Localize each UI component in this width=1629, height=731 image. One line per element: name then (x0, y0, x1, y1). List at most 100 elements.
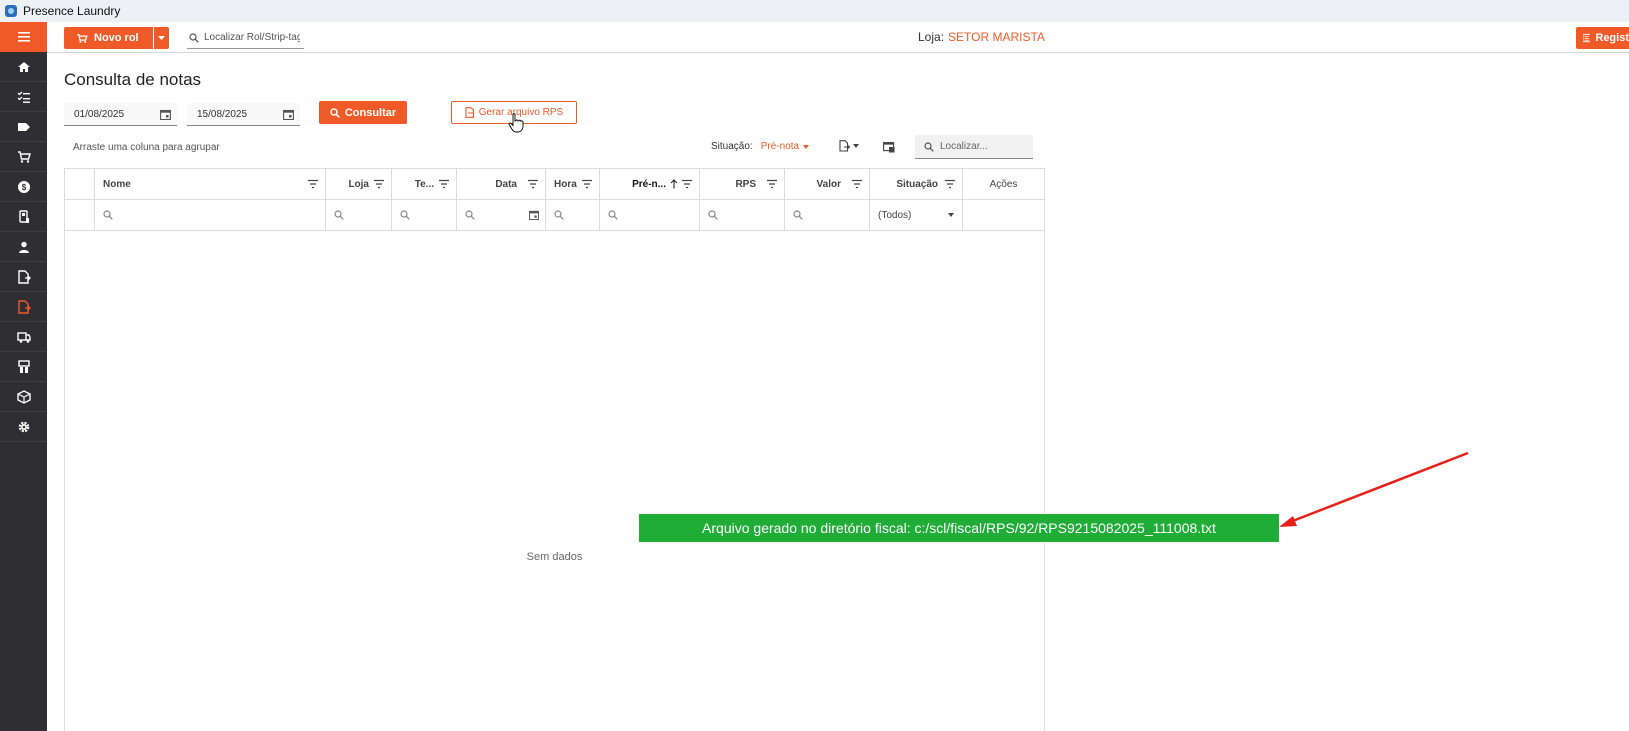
calendar-icon[interactable] (283, 109, 294, 120)
date-from-value: 01/08/2025 (74, 108, 125, 120)
sidebar-item-home[interactable] (0, 52, 47, 82)
sidebar-item-stores[interactable] (0, 352, 47, 382)
date-to-field[interactable]: 15/08/2025 (187, 103, 300, 126)
filter-cell-acoes (963, 200, 1044, 230)
search-icon (465, 210, 475, 220)
sidebar-item-financial[interactable]: $ (0, 172, 47, 202)
home-icon (17, 61, 30, 72)
filter-cell-situacao[interactable]: (Todos) (870, 200, 963, 230)
filter-icon[interactable] (851, 179, 863, 189)
column-header-hora[interactable]: Hora (546, 169, 600, 199)
tag-icon (17, 122, 30, 131)
situacao-selector[interactable]: Situação: Pré-nota (711, 141, 810, 152)
filter-cell-data[interactable] (457, 200, 546, 230)
column-header-label: Ações (989, 178, 1018, 190)
hamburger-icon (17, 32, 30, 42)
export-button[interactable] (839, 140, 859, 152)
column-header-situacao[interactable]: Situação (870, 169, 963, 199)
select-column-header[interactable] (65, 169, 95, 199)
search-rol-input[interactable] (204, 32, 300, 43)
search-icon (554, 210, 564, 220)
date-to-value: 15/08/2025 (197, 108, 248, 120)
hand-cursor-icon (508, 113, 524, 133)
empty-state-text: Sem dados (526, 551, 583, 563)
group-hint: Arraste uma coluna para agrupar (73, 142, 220, 153)
main-content: Consulta de notas 01/08/2025 15/08/2025 … (47, 53, 1629, 731)
list-icon (1583, 33, 1591, 43)
filter-cell-nome[interactable] (95, 200, 326, 230)
loja-value: SETOR MARISTA (948, 30, 1045, 44)
column-header-label: Situação (896, 178, 938, 190)
column-chooser-button[interactable] (883, 140, 895, 158)
caret-down-icon (158, 36, 165, 40)
loja-label: Loja: (918, 30, 945, 44)
filter-icon[interactable] (527, 179, 539, 189)
document-active-icon (17, 299, 31, 314)
column-chooser-icon (883, 142, 895, 153)
date-from-field[interactable]: 01/08/2025 (64, 103, 177, 126)
search-icon (400, 210, 410, 220)
localizar-field[interactable] (915, 135, 1033, 159)
filter-icon[interactable] (766, 179, 778, 189)
regist-button[interactable]: Regist (1576, 27, 1629, 49)
sidebar-item-settings[interactable] (0, 412, 47, 442)
cart-icon (17, 150, 31, 163)
filter-cell-pre-nota[interactable] (600, 200, 700, 230)
filter-icon[interactable] (944, 179, 956, 189)
caret-down-icon (803, 144, 810, 149)
search-rol-field[interactable] (187, 27, 304, 49)
gear-icon (18, 421, 29, 432)
caret-down-icon (853, 144, 859, 148)
machine-icon (18, 209, 29, 223)
novo-rol-button[interactable]: Novo rol (64, 27, 153, 49)
filter-icon[interactable] (681, 179, 693, 189)
localizar-input[interactable] (940, 141, 1030, 152)
novo-rol-dropdown-button[interactable] (154, 27, 169, 49)
filter-cell-select (65, 200, 95, 230)
regist-label: Regist (1595, 32, 1629, 44)
column-header-label: Te... (414, 178, 434, 190)
column-header-data[interactable]: Data (457, 169, 546, 199)
filter-icon[interactable] (373, 179, 385, 189)
hamburger-menu-button[interactable] (0, 22, 47, 52)
situacao-dropdown[interactable]: Pré-nota (761, 141, 810, 152)
filter-cell-rps[interactable] (700, 200, 785, 230)
sort-ascending-icon (670, 179, 678, 189)
sidebar-item-delivery[interactable] (0, 322, 47, 352)
consultar-button[interactable]: Consultar (319, 101, 407, 124)
export-icon (839, 140, 850, 152)
sidebar-item-documents[interactable] (0, 262, 47, 292)
sidebar-item-checklist[interactable] (0, 82, 47, 112)
calendar-icon[interactable] (529, 210, 539, 220)
column-header-pre-nota[interactable]: Pré-n... (600, 169, 700, 199)
sidebar-item-clients[interactable] (0, 232, 47, 262)
search-icon (793, 210, 803, 220)
filter-cell-loja[interactable] (326, 200, 392, 230)
window-titlebar: Presence Laundry (0, 0, 1629, 22)
column-header-rps[interactable]: RPS (700, 169, 785, 199)
novo-rol-label: Novo rol (94, 32, 139, 44)
sidebar-item-cart[interactable] (0, 142, 47, 172)
search-icon (708, 210, 718, 220)
sidebar-item-machines[interactable] (0, 202, 47, 232)
filter-icon[interactable] (307, 179, 319, 189)
calendar-icon[interactable] (160, 109, 171, 120)
filter-icon[interactable] (438, 179, 450, 189)
column-header-nome[interactable]: Nome (95, 169, 326, 199)
sidebar-item-notas[interactable] (0, 292, 47, 322)
column-header-loja[interactable]: Loja (326, 169, 392, 199)
search-icon (608, 210, 618, 220)
cart-icon (77, 33, 88, 43)
column-header-label: RPS (735, 178, 756, 190)
column-header-valor[interactable]: Valor (785, 169, 870, 199)
loja-indicator: Loja: SETOR MARISTA (918, 30, 1045, 44)
search-icon (330, 107, 340, 118)
filter-cell-telefone[interactable] (392, 200, 457, 230)
sidebar-item-products[interactable] (0, 382, 47, 412)
filter-cell-valor[interactable] (785, 200, 870, 230)
filter-icon[interactable] (581, 179, 593, 189)
sidebar-item-tags[interactable] (0, 112, 47, 142)
column-header-telefone[interactable]: Te... (392, 169, 457, 199)
filter-cell-hora[interactable] (546, 200, 600, 230)
checklist-icon (17, 91, 30, 103)
